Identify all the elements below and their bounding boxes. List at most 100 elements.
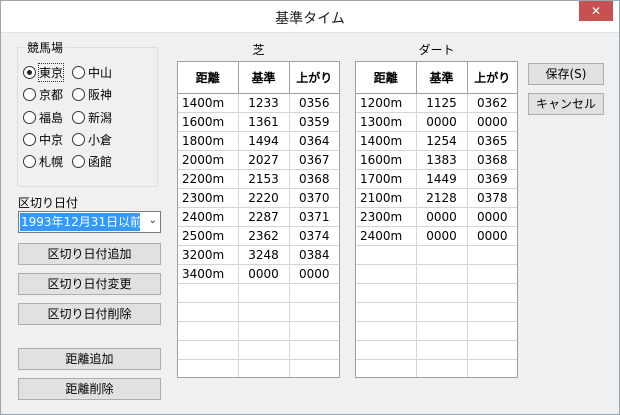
final-time-cell[interactable] xyxy=(289,340,339,360)
final-time-cell[interactable]: 0000 xyxy=(467,112,517,132)
column-header-final[interactable]: 上がり xyxy=(467,62,517,94)
table-row[interactable] xyxy=(356,283,517,303)
table-row[interactable]: 2400m 0000 0000 xyxy=(356,226,517,246)
distance-cell[interactable]: 2100m xyxy=(356,188,417,208)
final-time-cell[interactable] xyxy=(289,283,339,303)
table-row[interactable]: 1400m 1233 0356 xyxy=(178,93,339,113)
table-row[interactable]: 2400m 2287 0371 xyxy=(178,207,339,227)
final-time-cell[interactable]: 0000 xyxy=(467,226,517,246)
table-row[interactable]: 2300m 2220 0370 xyxy=(178,188,339,208)
radio-fukushima[interactable]: 福島 xyxy=(23,109,63,125)
turf-table[interactable]: 距離 基準 上がり 1400m 1233 0356 1600m 1361 0359 1800… xyxy=(177,61,340,378)
standard-time-cell[interactable]: 2128 xyxy=(416,188,468,208)
standard-time-cell[interactable]: 1233 xyxy=(238,93,290,113)
final-time-cell[interactable]: 0371 xyxy=(289,207,339,227)
distance-cell[interactable]: 2000m xyxy=(178,150,239,170)
radio-kyoto[interactable]: 京都 xyxy=(23,86,63,102)
table-row[interactable]: 2100m 2128 0378 xyxy=(356,188,517,208)
final-time-cell[interactable]: 0359 xyxy=(289,112,339,132)
distance-cell[interactable]: 1600m xyxy=(356,150,417,170)
add-distance-button[interactable]: 距離追加 xyxy=(18,348,161,370)
table-row[interactable] xyxy=(178,340,339,360)
radio-chukyo[interactable]: 中京 xyxy=(23,131,63,147)
final-time-cell[interactable] xyxy=(289,321,339,341)
final-time-cell[interactable]: 0000 xyxy=(467,207,517,227)
standard-time-cell[interactable]: 2287 xyxy=(238,207,290,227)
distance-cell[interactable]: 1700m xyxy=(356,169,417,189)
close-button[interactable]: ✕ xyxy=(579,1,613,21)
final-time-cell[interactable] xyxy=(467,359,517,377)
distance-cell[interactable]: 1400m xyxy=(356,131,417,151)
standard-time-cell[interactable]: 2220 xyxy=(238,188,290,208)
distance-cell[interactable]: 1200m xyxy=(356,93,417,113)
distance-cell[interactable] xyxy=(356,340,417,360)
radio-nakayama[interactable]: 中山 xyxy=(72,64,112,80)
final-time-cell[interactable]: 0364 xyxy=(289,131,339,151)
final-time-cell[interactable]: 0356 xyxy=(289,93,339,113)
final-time-cell[interactable] xyxy=(467,283,517,303)
table-row[interactable]: 1600m 1361 0359 xyxy=(178,112,339,132)
standard-time-cell[interactable]: 0000 xyxy=(238,264,290,284)
distance-cell[interactable]: 1600m xyxy=(178,112,239,132)
standard-time-cell[interactable]: 1125 xyxy=(416,93,468,113)
standard-time-cell[interactable]: 1383 xyxy=(416,150,468,170)
cancel-button[interactable]: キャンセル xyxy=(528,93,604,115)
table-row[interactable]: 1200m 1125 0362 xyxy=(356,93,517,113)
final-time-cell[interactable]: 0365 xyxy=(467,131,517,151)
distance-cell[interactable] xyxy=(356,283,417,303)
standard-time-cell[interactable]: 2027 xyxy=(238,150,290,170)
final-time-cell[interactable] xyxy=(467,264,517,284)
final-time-cell[interactable] xyxy=(467,321,517,341)
standard-time-cell[interactable]: 0000 xyxy=(416,112,468,132)
final-time-cell[interactable]: 0000 xyxy=(289,264,339,284)
table-row[interactable] xyxy=(178,359,339,377)
distance-cell[interactable] xyxy=(356,321,417,341)
delete-cutoff-date-button[interactable]: 区切り日付削除 xyxy=(18,303,161,325)
standard-time-cell[interactable] xyxy=(416,340,468,360)
standard-time-cell[interactable]: 3248 xyxy=(238,245,290,265)
distance-cell[interactable]: 3200m xyxy=(178,245,239,265)
distance-cell[interactable]: 2300m xyxy=(178,188,239,208)
table-row[interactable]: 3200m 3248 0384 xyxy=(178,245,339,265)
table-row[interactable] xyxy=(178,302,339,322)
distance-cell[interactable] xyxy=(356,245,417,265)
table-row[interactable]: 1600m 1383 0368 xyxy=(356,150,517,170)
cutoff-date-select[interactable]: 1993年12月31日以前 ⌄ xyxy=(18,211,161,233)
distance-cell[interactable]: 1400m xyxy=(178,93,239,113)
standard-time-cell[interactable]: 1494 xyxy=(238,131,290,151)
distance-cell[interactable]: 2400m xyxy=(178,207,239,227)
table-row[interactable]: 2200m 2153 0368 xyxy=(178,169,339,189)
radio-hanshin[interactable]: 阪神 xyxy=(72,86,112,102)
standard-time-cell[interactable]: 1254 xyxy=(416,131,468,151)
final-time-cell[interactable] xyxy=(467,245,517,265)
standard-time-cell[interactable] xyxy=(416,359,468,377)
dirt-table[interactable]: 距離 基準 上がり 1200m 1125 0362 1300m 0000 0000 1400… xyxy=(355,61,518,378)
table-row[interactable]: 2300m 0000 0000 xyxy=(356,207,517,227)
final-time-cell[interactable]: 0368 xyxy=(467,150,517,170)
standard-time-cell[interactable]: 1361 xyxy=(238,112,290,132)
column-header-distance[interactable]: 距離 xyxy=(356,62,417,94)
table-row[interactable]: 2500m 2362 0374 xyxy=(178,226,339,246)
table-row[interactable]: 3400m 0000 0000 xyxy=(178,264,339,284)
final-time-cell[interactable]: 0384 xyxy=(289,245,339,265)
column-header-standard[interactable]: 基準 xyxy=(416,62,468,94)
table-row[interactable] xyxy=(356,264,517,284)
standard-time-cell[interactable] xyxy=(238,283,290,303)
distance-cell[interactable] xyxy=(356,359,417,377)
distance-cell[interactable]: 2400m xyxy=(356,226,417,246)
final-time-cell[interactable] xyxy=(289,302,339,322)
distance-cell[interactable]: 3400m xyxy=(178,264,239,284)
final-time-cell[interactable] xyxy=(467,302,517,322)
table-row[interactable] xyxy=(356,321,517,341)
standard-time-cell[interactable] xyxy=(416,245,468,265)
save-button[interactable]: 保存(S) xyxy=(528,63,604,85)
radio-hakodate[interactable]: 函館 xyxy=(72,153,112,169)
distance-cell[interactable] xyxy=(178,283,239,303)
radio-tokyo[interactable]: 東京 xyxy=(23,62,65,82)
table-row[interactable] xyxy=(356,302,517,322)
delete-distance-button[interactable]: 距離削除 xyxy=(18,378,161,400)
table-row[interactable]: 1400m 1254 0365 xyxy=(356,131,517,151)
column-header-distance[interactable]: 距離 xyxy=(178,62,239,94)
standard-time-cell[interactable]: 2362 xyxy=(238,226,290,246)
distance-cell[interactable] xyxy=(178,340,239,360)
